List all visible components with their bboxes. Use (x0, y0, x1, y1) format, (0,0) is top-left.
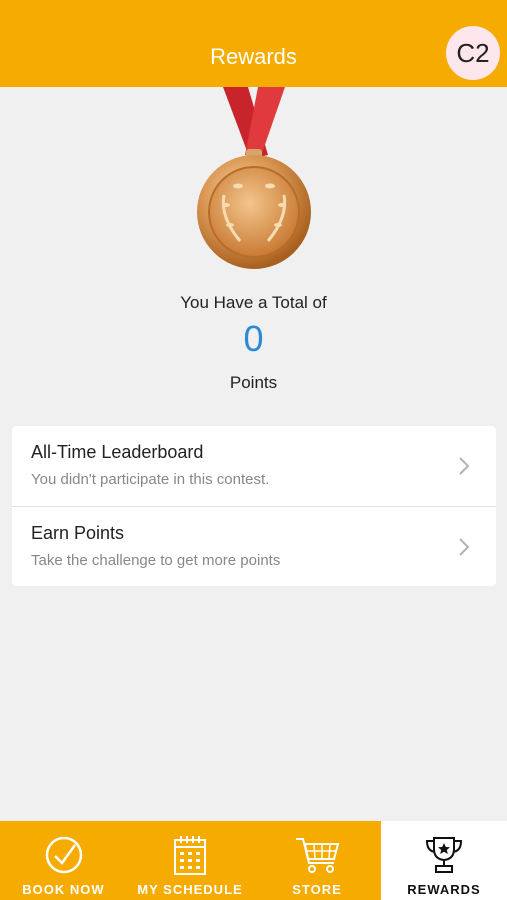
rewards-menu-card: All-Time Leaderboard You didn't particip… (12, 426, 496, 586)
tab-label: STORE (292, 882, 342, 897)
earn-points-title: Earn Points (31, 523, 125, 543)
avatar[interactable]: C2 (446, 26, 500, 80)
earn-points-subtitle: Take the challenge to get more points (31, 552, 281, 569)
trophy-icon (425, 837, 463, 873)
tab-bar: BOOK NOW MY SCHEDULE STORE REWARDS (0, 821, 507, 900)
points-caption: You Have a Total of (180, 293, 327, 312)
calendar-icon (174, 836, 206, 875)
chevron-right-icon (459, 538, 470, 556)
tab-store[interactable]: STORE (253, 821, 381, 900)
points-value: 0 (243, 318, 264, 359)
points-unit-label: Points (229, 373, 278, 392)
tab-rewards[interactable]: REWARDS (381, 821, 507, 900)
check-circle-icon (45, 836, 82, 874)
page-title: Rewards (210, 44, 297, 69)
tab-my-schedule[interactable]: MY SCHEDULE (127, 821, 253, 900)
earn-points-row[interactable]: Earn Points Take the challenge to get mo… (12, 506, 496, 586)
tab-label: REWARDS (407, 882, 481, 897)
chevron-right-icon (459, 457, 470, 475)
leaderboard-title: All-Time Leaderboard (31, 442, 204, 462)
tab-book-now[interactable]: BOOK NOW (0, 821, 127, 900)
tab-label: MY SCHEDULE (137, 882, 243, 897)
medal-icon (190, 87, 318, 282)
header-bar: Rewards C2 (0, 0, 507, 87)
tab-label: BOOK NOW (22, 882, 105, 897)
leaderboard-row[interactable]: All-Time Leaderboard You didn't particip… (12, 426, 496, 506)
leaderboard-subtitle: You didn't participate in this contest. (31, 471, 270, 488)
cart-icon (296, 838, 340, 873)
